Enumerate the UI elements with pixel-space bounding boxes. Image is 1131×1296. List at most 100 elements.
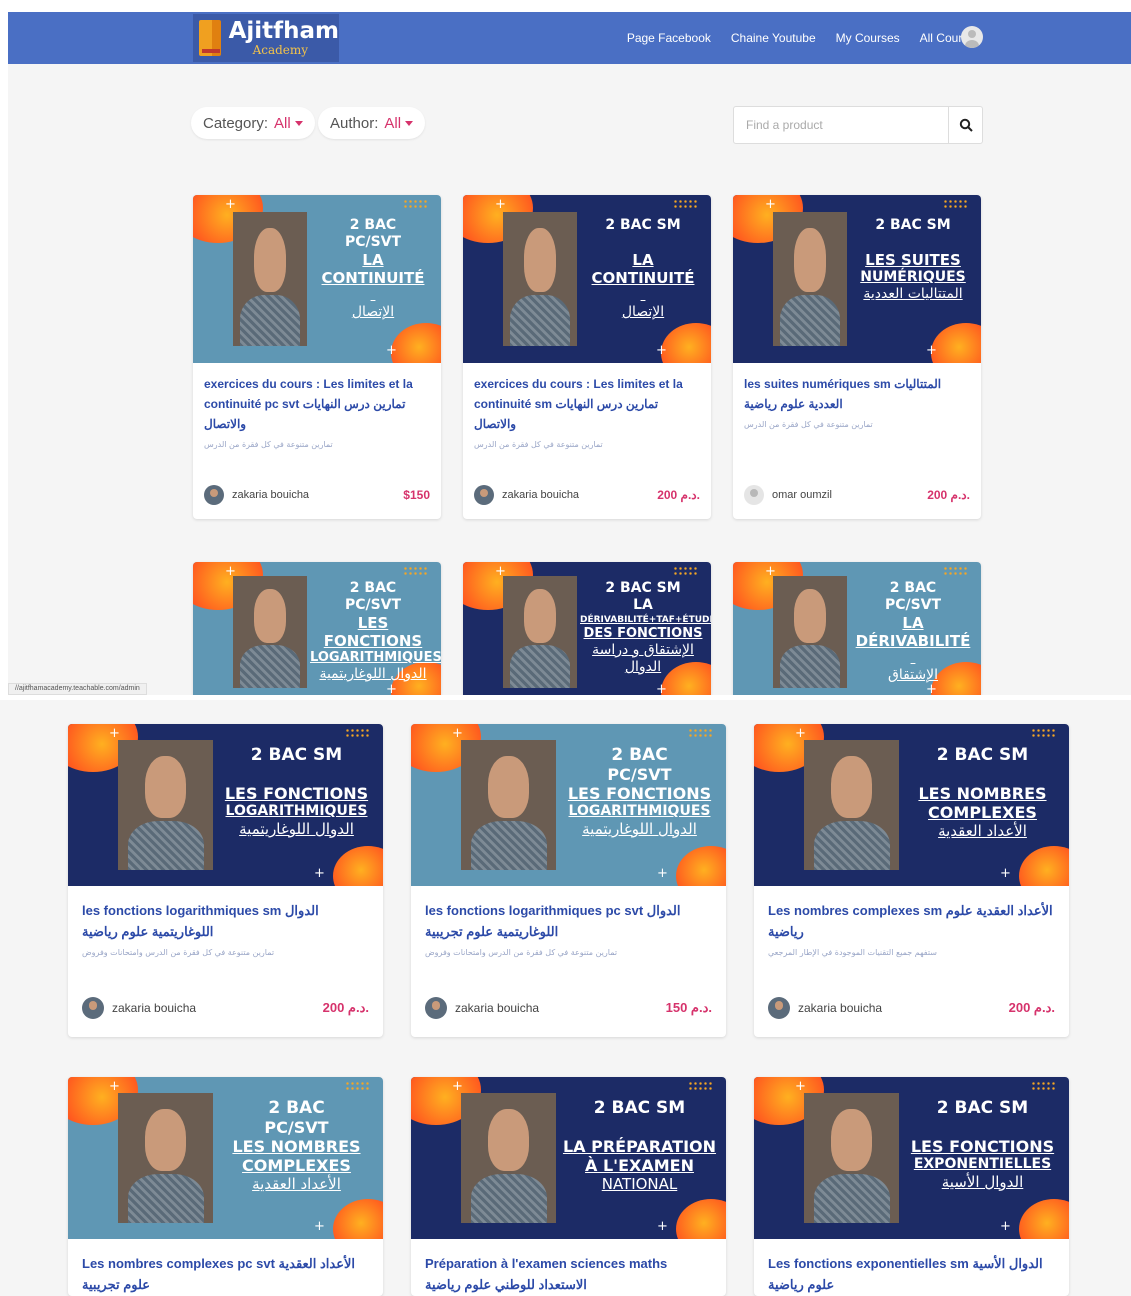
course-description: ستفهم جميع التقنيات الموجودة في الإطار ا…: [768, 948, 937, 957]
thumbnail-line: 2 BAC SM: [250, 745, 343, 765]
course-thumbnail[interactable]: + +2 BAC SM LES FONCTIONS EXPONENTIELLES ال…: [754, 1077, 1069, 1239]
thumbnail-text: 2 BAC SM LA PRÉPARATION À L'EXAMEN NATIONA…: [559, 1098, 720, 1193]
course-title[interactable]: exercices du cours : Les limites et la c…: [204, 374, 430, 434]
course-card[interactable]: + +2 BAC PC/SVT LES FONCTIONS LOGARITHMIQUES…: [411, 724, 726, 1037]
course-card[interactable]: + +2 BAC SM LES NOMBRES COMPLEXES الأعداد ا…: [754, 724, 1069, 1037]
thumbnail-line: LES NOMBRES: [232, 1137, 361, 1156]
book-icon: [199, 20, 221, 56]
card-body: Les fonctions exponentielles sm الدوال ا…: [754, 1239, 1069, 1296]
nav-link-my-courses[interactable]: My Courses: [836, 31, 900, 45]
nav-link-facebook[interactable]: Page Facebook: [627, 31, 711, 45]
course-card[interactable]: + +2 BAC SM LES SUITES NUMÉRIQUES المتتاليا…: [733, 195, 981, 519]
card-body: Préparation à l'examen sciences maths ال…: [411, 1239, 726, 1296]
course-thumbnail[interactable]: + +2 BAC PC/SVT LA DÉRIVABILITÉ الإشتقاق: [733, 562, 981, 695]
thumbnail-line: [580, 287, 706, 304]
nav-link-youtube[interactable]: Chaine Youtube: [731, 31, 816, 45]
plus-icon: +: [314, 1219, 325, 1234]
dots-icon: [943, 199, 969, 209]
course-card[interactable]: + +2 BAC SM LES FONCTIONS LOGARITHMIQUES ال…: [68, 724, 383, 1037]
course-thumbnail[interactable]: + +2 BAC PC/SVT LES NOMBRES COMPLEXES الأعداد…: [68, 1077, 383, 1239]
dots-icon: [673, 566, 699, 576]
course-card[interactable]: + +2 BAC PC/SVT LA DÉRIVABILITÉ الإشتقاق: [733, 562, 981, 695]
category-filter[interactable]: Category: All: [191, 107, 315, 139]
card-footer: omar oumzil 200 د.م.: [733, 485, 981, 505]
course-thumbnail[interactable]: + +2 BAC SM LES SUITES NUMÉRIQUES المتتاليا…: [733, 195, 981, 363]
thumbnail-text: 2 BAC SM LES FONCTIONS EXPONENTIELLES الدو…: [902, 1098, 1063, 1191]
course-thumbnail[interactable]: + +2 BAC PC/SVT LES FONCTIONS LOGARITHMIQUES…: [411, 724, 726, 886]
card-body: exercices du cours : Les limites et la c…: [193, 363, 441, 519]
plus-icon: +: [795, 1079, 806, 1094]
plus-icon: +: [386, 682, 397, 695]
course-card[interactable]: + +2 BAC PC/SVT LES FONCTIONS LOGARITHMIQUES…: [193, 562, 441, 695]
category-value: All: [274, 114, 291, 132]
thumbnail-line: [559, 1118, 720, 1137]
thumbnail-line: 2 BAC: [611, 745, 668, 765]
plus-icon: +: [765, 197, 776, 212]
course-title[interactable]: les fonctions logarithmiques pc svt الدو…: [425, 900, 712, 942]
dots-icon: [1031, 728, 1057, 738]
course-title[interactable]: les suites numériques sm المتتاليات العد…: [744, 374, 970, 414]
decor-blob-icon: [661, 323, 711, 363]
card-footer: zakaria bouicha 150 د.م.: [411, 997, 726, 1019]
search-button[interactable]: [948, 107, 982, 143]
thumbnail-line: [902, 765, 1063, 784]
site-logo[interactable]: Ajitfham Academy: [193, 14, 339, 62]
plus-icon: +: [495, 564, 506, 579]
card-footer: zakaria bouicha $150: [193, 485, 441, 505]
thumbnail-line: الأعداد العقدية: [938, 822, 1027, 840]
course-description: تمارين متنوعة في كل فقرة من الدرس وامتحا…: [82, 948, 275, 957]
course-thumbnail[interactable]: + +2 BAC SM LA PRÉPARATION À L'EXAMEN NATIO…: [411, 1077, 726, 1239]
course-title[interactable]: Les fonctions exponentielles sm الدوال ا…: [768, 1253, 1055, 1295]
course-card[interactable]: + +2 BAC SM LA DÉRIVABILITÉ+TAF+ÉTUDE DES FO…: [463, 562, 711, 695]
thumbnail-text: 2 BAC PC/SVT LA CONTINUITÉ الإتصال: [310, 217, 436, 321]
thumbnail-line: LOGARITHMIQUES: [225, 803, 368, 819]
course-price: 200 د.م.: [322, 1000, 369, 1015]
course-title[interactable]: Préparation à l'examen sciences maths ال…: [425, 1253, 712, 1295]
instructor-photo: [503, 212, 577, 346]
course-thumbnail[interactable]: + +2 BAC SM LA DÉRIVABILITÉ+TAF+ÉTUDE DES FO…: [463, 562, 711, 695]
course-card[interactable]: + +2 BAC PC/SVT LES NOMBRES COMPLEXES الأعداد…: [68, 1077, 383, 1296]
user-avatar-icon[interactable]: [961, 26, 983, 48]
thumbnail-text: 2 BAC SM LA DÉRIVABILITÉ+TAF+ÉTUDE DES FONC…: [580, 580, 711, 676]
course-title[interactable]: les fonctions logarithmiques sm الدوال ا…: [82, 900, 369, 942]
card-body: Les nombres complexes pc svt الأعداد الع…: [68, 1239, 383, 1296]
thumbnail-line: الدوال الأسية: [941, 1173, 1024, 1191]
author-avatar-icon: [744, 485, 764, 505]
course-card[interactable]: + +2 BAC SM LA PRÉPARATION À L'EXAMEN NATIO…: [411, 1077, 726, 1296]
dots-icon: [688, 1081, 714, 1091]
thumbnail-line: الإتصال: [621, 304, 665, 320]
course-card[interactable]: + +2 BAC SM LES FONCTIONS EXPONENTIELLES ال…: [754, 1077, 1069, 1296]
author-name: zakaria bouicha: [798, 1001, 883, 1015]
dots-icon: [345, 1081, 371, 1091]
course-card[interactable]: + +2 BAC PC/SVT LA CONTINUITÉ الإتصال exerci…: [193, 195, 441, 519]
instructor-photo: [118, 1093, 213, 1223]
author-filter[interactable]: Author: All: [318, 107, 426, 139]
course-thumbnail[interactable]: + +2 BAC PC/SVT LES FONCTIONS LOGARITHMIQUES…: [193, 562, 441, 695]
decor-blob-icon: [391, 323, 441, 363]
dots-icon: [688, 728, 714, 738]
card-body: les suites numériques sm المتتاليات العد…: [733, 363, 981, 519]
thumbnail-line: LA PRÉPARATION: [562, 1137, 717, 1156]
author-name: zakaria bouicha: [112, 1001, 197, 1015]
thumbnail-line: LA CONTINUITÉ: [591, 251, 695, 287]
thumbnail-line: LOGARITHMIQUES: [568, 803, 711, 819]
bottom-screenshot: + +2 BAC SM LES FONCTIONS LOGARITHMIQUES ال…: [0, 700, 1131, 1296]
course-card[interactable]: + +2 BAC SM LA CONTINUITÉ الإتصال exercice…: [463, 195, 711, 519]
card-footer: zakaria bouicha 200 د.م.: [463, 485, 711, 505]
thumbnail-line: 2 BAC: [268, 1098, 325, 1118]
course-title[interactable]: Les nombres complexes pc svt الأعداد الع…: [82, 1253, 369, 1295]
dots-icon: [943, 566, 969, 576]
course-thumbnail[interactable]: + +2 BAC SM LES NOMBRES COMPLEXES الأعداد ا…: [754, 724, 1069, 886]
course-thumbnail[interactable]: + +2 BAC PC/SVT LA CONTINUITÉ الإتصال: [193, 195, 441, 363]
plus-icon: +: [657, 1219, 668, 1234]
search-input[interactable]: [734, 107, 948, 143]
course-title[interactable]: exercices du cours : Les limites et la c…: [474, 374, 700, 434]
decor-blob-icon: [1019, 1199, 1069, 1239]
thumbnail-line: المتتاليات العددية: [863, 286, 963, 302]
thumbnail-line: À L'EXAMEN: [585, 1156, 694, 1175]
course-thumbnail[interactable]: + +2 BAC SM LA CONTINUITÉ الإتصال: [463, 195, 711, 363]
instructor-photo: [233, 576, 307, 688]
course-thumbnail[interactable]: + +2 BAC SM LES FONCTIONS LOGARITHMIQUES ال…: [68, 724, 383, 886]
status-url: //ajitfhamacademy.teachable.com/admin: [8, 683, 147, 695]
course-title[interactable]: Les nombres complexes sm الأعداد العقدية…: [768, 900, 1055, 942]
